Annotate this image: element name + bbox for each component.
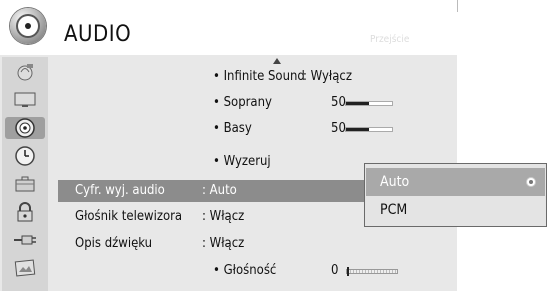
wyzeruj-label: • Wyzeruj — [213, 154, 271, 169]
audio-icon — [15, 118, 35, 138]
divider — [457, 0, 458, 12]
audio-speaker-icon — [10, 8, 46, 44]
row-opis-dzwieku[interactable]: Opis dźwięku : Włącz — [58, 233, 457, 255]
input-icon — [14, 235, 36, 245]
opis-dzwieku-value: : Włącz — [202, 236, 245, 251]
soprany-value: 50 — [331, 95, 346, 110]
glosnosc-value: 0 — [331, 263, 339, 278]
row-glosnosc[interactable]: • Głośność 0 — [58, 260, 457, 282]
page-title: AUDIO — [64, 22, 132, 47]
sidebar-item-time[interactable] — [5, 145, 45, 167]
soprany-level-bar[interactable] — [345, 101, 393, 106]
sidebar-item-options[interactable] — [5, 173, 45, 195]
glosnosc-slider[interactable] — [346, 267, 398, 276]
audio-menu-panel: AUDIO Przejście • Infinite Sound: Wyłąc… — [0, 0, 457, 291]
basy-level-bar[interactable] — [345, 127, 393, 132]
row-soprany[interactable]: • Soprany 50 — [58, 92, 457, 114]
photo-icon — [14, 259, 36, 277]
soprany-label: • Soprany — [213, 95, 272, 110]
option-pcm[interactable]: PCM — [366, 196, 545, 224]
sidebar-item-photo[interactable] — [5, 257, 45, 279]
menu-header: AUDIO Przejście — [0, 0, 457, 55]
sidebar-item-input[interactable] — [5, 229, 45, 251]
infinite-sound-label: • Infinite Sound — [213, 69, 305, 84]
row-basy[interactable]: • Basy 50 — [58, 118, 457, 140]
option-auto-label: Auto — [380, 174, 410, 190]
clock-icon — [15, 146, 35, 166]
row-infinite-sound[interactable]: • Infinite Sound : Wyłącz — [58, 66, 457, 88]
category-sidebar — [2, 57, 48, 291]
option-pcm-label: PCM — [380, 202, 408, 218]
glosnik-telewizora-label: Głośnik telewizora — [75, 209, 183, 224]
opis-dzwieku-label: Opis dźwięku — [75, 236, 153, 251]
faded-hint-label: Przejście — [370, 34, 410, 45]
selected-radio-icon — [527, 178, 535, 186]
sidebar-item-audio[interactable] — [5, 117, 45, 139]
scroll-up-icon[interactable] — [273, 58, 281, 64]
option-auto[interactable]: Auto — [366, 168, 545, 196]
glosnik-telewizora-value: : Włącz — [202, 209, 245, 224]
basy-value: 50 — [331, 121, 346, 136]
glosnosc-label: • Głośność — [213, 263, 277, 278]
lock-icon — [17, 202, 33, 222]
cyfr-wyj-audio-label: Cyfr. wyj. audio — [75, 183, 165, 198]
digital-audio-out-popup: Auto PCM — [364, 163, 547, 227]
sidebar-item-picture[interactable] — [5, 61, 45, 83]
basy-label: • Basy — [213, 121, 252, 136]
sidebar-item-lock[interactable] — [5, 201, 45, 223]
picture-icon — [17, 64, 33, 81]
cyfr-wyj-audio-value: : Auto — [202, 183, 237, 198]
briefcase-icon — [15, 176, 35, 192]
sidebar-item-screen[interactable] — [5, 89, 45, 111]
monitor-icon — [14, 92, 36, 107]
infinite-sound-value: : Wyłącz — [303, 69, 352, 84]
slider-knob[interactable] — [347, 267, 349, 276]
